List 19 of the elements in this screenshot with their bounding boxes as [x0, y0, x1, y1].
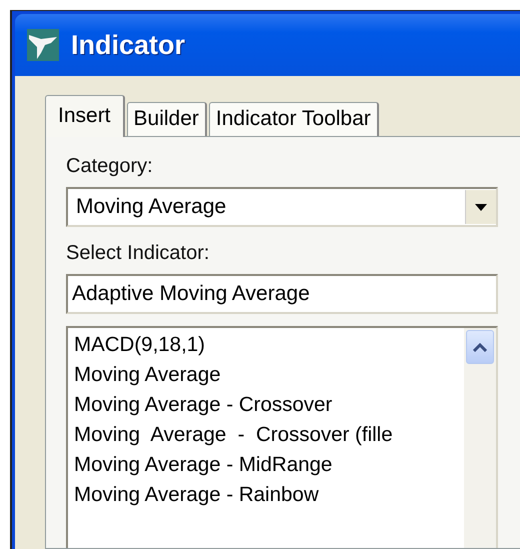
list-item[interactable]: Moving Average - Rainbow	[74, 480, 464, 510]
tab[interactable]: Indicator Toolbar	[208, 102, 379, 136]
list-item[interactable]: Moving Average - Crossover (fille	[74, 420, 464, 450]
category-dropdown[interactable]: Moving Average	[66, 187, 498, 227]
list-item[interactable]: Moving Average - MidRange	[74, 450, 464, 480]
list-item[interactable]: Moving Average - Crossover	[74, 390, 464, 420]
tab[interactable]: Insert	[45, 95, 125, 137]
list-item[interactable]: Moving Average	[74, 360, 464, 390]
scroll-up-button[interactable]	[466, 330, 494, 364]
indicator-input[interactable]: Adaptive Moving Average	[66, 274, 498, 314]
scrollbar[interactable]	[464, 328, 496, 548]
chevron-up-icon	[473, 342, 487, 352]
tab[interactable]: Builder	[126, 102, 207, 136]
bird-icon	[27, 29, 59, 61]
field-label: Category:	[66, 155, 153, 178]
dropdown-arrow-icon	[475, 204, 487, 210]
window-title: Indicator	[71, 30, 186, 60]
field-label: Select Indicator:	[66, 242, 210, 265]
list-item[interactable]: MACD(9,18,1)	[74, 330, 464, 360]
